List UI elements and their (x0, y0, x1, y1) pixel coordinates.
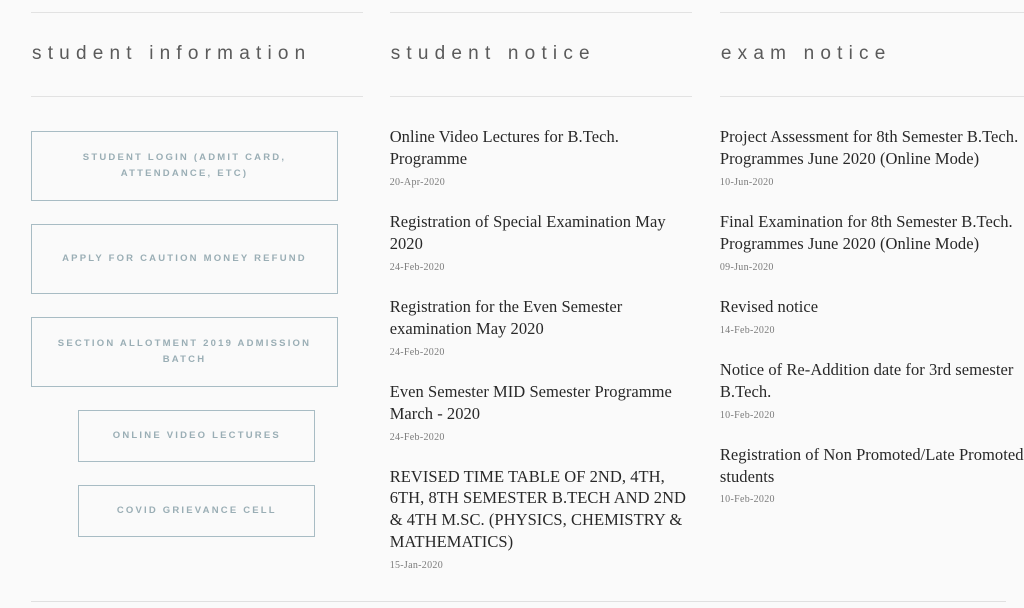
notice-date: 15-Jan-2020 (389, 560, 443, 572)
page-bottom-divider (31, 601, 1006, 602)
notice-title: Project Assessment for 8th Semester B.Te… (719, 127, 1019, 168)
list-item[interactable]: Revised notice 14-Feb-2020 (720, 296, 1024, 336)
online-video-lectures-button[interactable]: ONLINE VIDEO LECTURES (78, 410, 316, 462)
column-student-notice: student notice Online Video Lectures for… (389, 12, 692, 571)
notice-date: 24-Feb-2020 (389, 261, 445, 273)
notice-title: Revised notice (719, 296, 819, 316)
three-column-layout: student information STUDENT LOGIN (ADMIT… (0, 0, 1024, 571)
notice-title: Online Video Lectures for B.Tech. Progra… (389, 127, 619, 168)
notice-title: Registration of Non Promoted/Late Promot… (719, 444, 1024, 486)
heading-exam-notice: exam notice (720, 43, 892, 64)
notice-date: 10-Feb-2020 (719, 494, 775, 506)
student-information-button-stack: STUDENT LOGIN (ADMIT CARD, ATTENDANCE, E… (31, 97, 363, 537)
heading-student-information: student information (32, 43, 312, 64)
list-item[interactable]: REVISED TIME TABLE OF 2ND, 4TH, 6TH, 8TH… (390, 466, 692, 572)
notice-title: Registration for the Even Semester exami… (389, 296, 623, 338)
notice-date: 20-Apr-2020 (389, 176, 446, 188)
heading-student-notice: student notice (390, 43, 596, 64)
student-login-button[interactable]: STUDENT LOGIN (ADMIT CARD, ATTENDANCE, E… (31, 131, 338, 201)
column-exam-notice: exam notice Project Assessment for 8th S… (719, 12, 1024, 505)
notice-title: Registration of Special Examination May … (389, 211, 666, 253)
column-student-information: student information STUDENT LOGIN (ADMIT… (31, 12, 363, 560)
notice-date: 10-Jun-2020 (719, 176, 774, 188)
notice-date: 10-Feb-2020 (719, 409, 775, 421)
notices-page: student information STUDENT LOGIN (ADMIT… (0, 0, 1024, 608)
student-notice-list: Online Video Lectures for B.Tech. Progra… (390, 97, 692, 571)
list-item[interactable]: Final Examination for 8th Semester B.Tec… (720, 211, 1024, 273)
notice-date: 24-Feb-2020 (389, 346, 445, 358)
list-item[interactable]: Registration for the Even Semester exami… (390, 296, 692, 358)
exam-notice-list: Project Assessment for 8th Semester B.Te… (720, 97, 1024, 505)
list-item[interactable]: Registration of Special Examination May … (390, 211, 692, 273)
caution-money-refund-button[interactable]: APPLY FOR CAUTION MONEY REFUND (31, 224, 338, 294)
notice-title: Notice of Re-Addition date for 3rd semes… (719, 359, 1014, 401)
notice-title: Final Examination for 8th Semester B.Tec… (719, 211, 1013, 253)
notice-date: 14-Feb-2020 (719, 324, 775, 336)
list-item[interactable]: Online Video Lectures for B.Tech. Progra… (390, 126, 692, 188)
notice-date: 09-Jun-2020 (719, 261, 774, 273)
covid-grievance-cell-button[interactable]: COVID GRIEVANCE CELL (78, 485, 316, 537)
section-allotment-button[interactable]: SECTION ALLOTMENT 2019 ADMISSION BATCH (31, 317, 338, 387)
notice-title: Even Semester MID Semester Programme Mar… (389, 381, 672, 423)
list-item[interactable]: Project Assessment for 8th Semester B.Te… (720, 126, 1024, 188)
notice-date: 24-Feb-2020 (389, 431, 445, 443)
notice-title: REVISED TIME TABLE OF 2ND, 4TH, 6TH, 8TH… (389, 466, 687, 552)
list-item[interactable]: Notice of Re-Addition date for 3rd semes… (720, 359, 1024, 421)
list-item[interactable]: Even Semester MID Semester Programme Mar… (390, 381, 692, 443)
list-item[interactable]: Registration of Non Promoted/Late Promot… (720, 444, 1024, 506)
